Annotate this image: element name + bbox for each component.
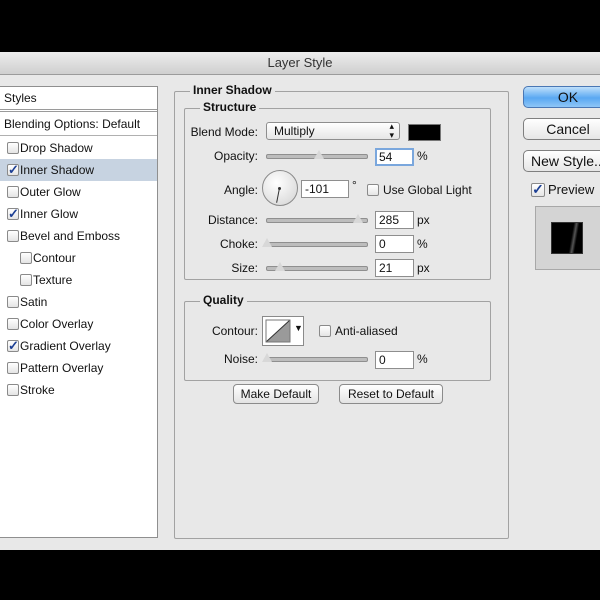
cancel-button[interactable]: Cancel <box>523 118 600 140</box>
style-item-checkbox[interactable] <box>7 318 19 330</box>
style-item[interactable]: Contour <box>0 247 157 269</box>
opacity-field[interactable]: 54 <box>375 148 414 166</box>
style-item-checkbox[interactable] <box>7 186 19 198</box>
anti-aliased-checkbox[interactable] <box>319 325 331 337</box>
make-default-button[interactable]: Make Default <box>233 384 319 404</box>
quality-title: Quality <box>200 293 247 307</box>
style-item-checkbox[interactable] <box>20 274 32 286</box>
blending-options-item[interactable]: Blending Options: Default <box>0 113 157 136</box>
contour-label: Contour: <box>211 324 258 338</box>
ok-button[interactable]: OK <box>523 86 600 108</box>
opacity-label: Opacity: <box>213 149 258 163</box>
noise-unit: % <box>417 352 428 366</box>
quality-group <box>184 301 491 381</box>
style-item-checkbox[interactable] <box>7 296 19 308</box>
style-item[interactable]: Outer Glow <box>0 181 157 203</box>
noise-label: Noise: <box>223 352 258 366</box>
style-item[interactable]: ✓ Gradient Overlay <box>0 335 157 357</box>
style-item[interactable]: ✓ Inner Glow <box>0 203 157 225</box>
size-unit: px <box>417 261 430 275</box>
style-item-label: Gradient Overlay <box>20 339 111 353</box>
style-item-label: Pattern Overlay <box>20 361 104 375</box>
style-item-checkbox[interactable]: ✓ <box>7 163 19 176</box>
styles-list: Styles Blending Options: Default Drop Sh… <box>0 86 158 538</box>
opacity-slider-thumb[interactable] <box>314 150 324 159</box>
style-item-checkbox[interactable] <box>7 142 19 154</box>
inner-shadow-title: Inner Shadow <box>190 83 275 97</box>
style-item-label: Bevel and Emboss <box>20 229 121 243</box>
angle-needle <box>276 187 280 203</box>
angle-center-dot <box>278 187 281 190</box>
style-item-checkbox[interactable] <box>7 230 19 242</box>
style-item[interactable]: Bevel and Emboss <box>0 225 157 247</box>
angle-label: Angle: <box>223 183 258 197</box>
style-item-checkbox[interactable] <box>7 362 19 374</box>
style-item[interactable]: ✓ Inner Shadow <box>0 159 157 181</box>
style-item-label: Inner Shadow <box>20 163 95 177</box>
choke-slider-track[interactable] <box>266 242 368 247</box>
style-item-checkbox[interactable]: ✓ <box>7 339 19 352</box>
noise-slider-thumb[interactable] <box>262 353 272 362</box>
distance-unit: px <box>417 213 430 227</box>
window-title: Layer Style <box>0 52 600 75</box>
style-item-label: Color Overlay <box>20 317 94 331</box>
contour-dropdown-icon: ▼ <box>294 323 303 333</box>
noise-field[interactable]: 0 <box>375 351 414 369</box>
style-item-label: Drop Shadow <box>20 141 93 155</box>
style-item-label: Contour <box>33 251 76 265</box>
shadow-color-swatch[interactable] <box>408 124 441 141</box>
style-item[interactable]: Texture <box>0 269 157 291</box>
noise-slider-track[interactable] <box>266 357 368 362</box>
style-item-label: Stroke <box>20 383 55 397</box>
reset-to-default-button[interactable]: Reset to Default <box>339 384 443 404</box>
angle-dial[interactable] <box>262 170 298 206</box>
blend-mode-select[interactable]: Multiply ▴ ▾ <box>266 122 400 140</box>
blend-mode-value: Multiply <box>274 124 315 138</box>
opacity-unit: % <box>417 149 428 163</box>
anti-aliased-label: Anti-aliased <box>335 324 398 338</box>
style-item-label: Satin <box>20 295 48 309</box>
angle-field[interactable]: -101 <box>301 180 349 198</box>
preview-checkbox[interactable]: ✓ <box>531 182 545 197</box>
distance-label: Distance: <box>207 213 258 227</box>
angle-unit: ° <box>352 178 357 192</box>
style-item[interactable]: Stroke <box>0 379 157 401</box>
style-item[interactable]: Color Overlay <box>0 313 157 335</box>
style-item-checkbox[interactable] <box>7 384 19 396</box>
layer-style-dialog: Layer Style Styles Blending Options: Def… <box>0 52 600 550</box>
distance-slider-thumb[interactable] <box>353 214 363 223</box>
choke-field[interactable]: 0 <box>375 235 414 253</box>
use-global-light-checkbox[interactable] <box>367 184 379 196</box>
style-item-label: Texture <box>33 273 73 287</box>
size-field[interactable]: 21 <box>375 259 414 277</box>
distance-field[interactable]: 285 <box>375 211 414 229</box>
styles-header[interactable]: Styles <box>0 87 157 112</box>
style-item-label: Outer Glow <box>20 185 81 199</box>
choke-label: Choke: <box>219 237 258 251</box>
blend-mode-label: Blend Mode: <box>190 125 258 139</box>
choke-slider-thumb[interactable] <box>262 238 272 247</box>
choke-unit: % <box>417 237 428 251</box>
style-item-label: Inner Glow <box>20 207 79 221</box>
size-label: Size: <box>231 261 258 275</box>
style-item[interactable]: Drop Shadow <box>0 137 157 159</box>
contour-picker[interactable]: ▼ <box>262 316 304 346</box>
style-item[interactable]: Pattern Overlay <box>0 357 157 379</box>
preview-swatch <box>551 222 583 254</box>
use-global-light-label: Use Global Light <box>383 183 472 197</box>
preview-swatch-frame <box>535 206 600 270</box>
preview-label: Preview <box>548 182 595 197</box>
new-style-button[interactable]: New Style... <box>523 150 600 172</box>
updown-arrows-icon: ▴ ▾ <box>389 121 394 140</box>
size-slider-thumb[interactable] <box>275 262 285 271</box>
style-item-checkbox[interactable]: ✓ <box>7 207 19 220</box>
style-item[interactable]: Satin <box>0 291 157 313</box>
structure-title: Structure <box>200 100 260 114</box>
style-item-checkbox[interactable] <box>20 252 32 264</box>
